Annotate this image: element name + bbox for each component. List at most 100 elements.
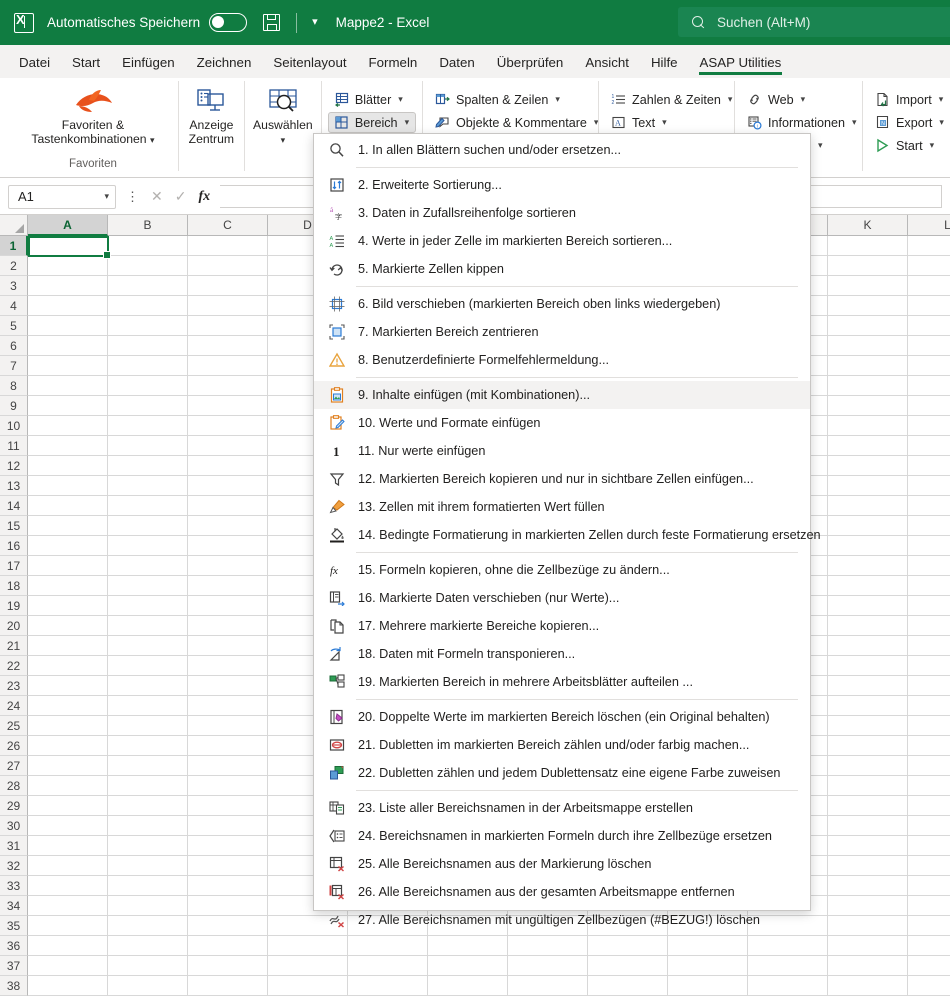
cell-B24[interactable] bbox=[108, 696, 188, 716]
cell-A6[interactable] bbox=[28, 336, 108, 356]
cell-L27[interactable] bbox=[908, 756, 950, 776]
import-button[interactable]: Import ▾ bbox=[869, 89, 943, 110]
cell-D37[interactable] bbox=[268, 956, 348, 976]
cell-B32[interactable] bbox=[108, 856, 188, 876]
spalten-zeilen-button[interactable]: Spalten & Zeilen ▾ bbox=[429, 89, 592, 110]
cell-L6[interactable] bbox=[908, 336, 950, 356]
cell-C3[interactable] bbox=[188, 276, 268, 296]
cell-C25[interactable] bbox=[188, 716, 268, 736]
cell-B14[interactable] bbox=[108, 496, 188, 516]
chevron-down-icon[interactable]: ▾ bbox=[939, 117, 944, 128]
cell-I37[interactable] bbox=[668, 956, 748, 976]
row-header-28[interactable]: 28 bbox=[0, 776, 28, 796]
cell-L36[interactable] bbox=[908, 936, 950, 956]
menu-item-7[interactable]: 7. Markierten Bereich zentrieren bbox=[314, 318, 810, 346]
menu-item-11[interactable]: 1 11. Nur werte einfügen bbox=[314, 437, 810, 465]
chevron-down-icon[interactable]: ▾ bbox=[818, 140, 823, 151]
row-header-36[interactable]: 36 bbox=[0, 936, 28, 956]
cell-K6[interactable] bbox=[828, 336, 908, 356]
cell-L10[interactable] bbox=[908, 416, 950, 436]
cell-C11[interactable] bbox=[188, 436, 268, 456]
cell-K16[interactable] bbox=[828, 536, 908, 556]
cell-A11[interactable] bbox=[28, 436, 108, 456]
cell-L32[interactable] bbox=[908, 856, 950, 876]
menu-item-9[interactable]: 9. Inhalte einfügen (mit Kombinationen).… bbox=[314, 381, 810, 409]
cell-B22[interactable] bbox=[108, 656, 188, 676]
cell-B17[interactable] bbox=[108, 556, 188, 576]
active-cell-A1[interactable] bbox=[28, 236, 111, 259]
cell-K17[interactable] bbox=[828, 556, 908, 576]
cell-L29[interactable] bbox=[908, 796, 950, 816]
cell-B25[interactable] bbox=[108, 716, 188, 736]
cell-H38[interactable] bbox=[588, 976, 668, 996]
row-header-9[interactable]: 9 bbox=[0, 396, 28, 416]
cell-K20[interactable] bbox=[828, 616, 908, 636]
cell-A16[interactable] bbox=[28, 536, 108, 556]
menu-item-18[interactable]: 18. Daten mit Formeln transponieren... bbox=[314, 640, 810, 668]
formula-bar-overflow-icon[interactable]: ⋮ bbox=[126, 189, 139, 205]
tab-hilfe[interactable]: Hilfe bbox=[640, 49, 689, 75]
cell-A17[interactable] bbox=[28, 556, 108, 576]
chevron-down-icon[interactable]: ▾ bbox=[801, 94, 806, 105]
row-header-5[interactable]: 5 bbox=[0, 316, 28, 336]
chevron-down-icon[interactable]: ▾ bbox=[312, 17, 318, 28]
cell-D36[interactable] bbox=[268, 936, 348, 956]
cell-C1[interactable] bbox=[188, 236, 268, 256]
menu-item-17[interactable]: 17. Mehrere markierte Bereiche kopieren.… bbox=[314, 612, 810, 640]
cell-A7[interactable] bbox=[28, 356, 108, 376]
cell-K38[interactable] bbox=[828, 976, 908, 996]
web-button[interactable]: Web ▾ bbox=[741, 89, 856, 110]
cell-L2[interactable] bbox=[908, 256, 950, 276]
cell-B26[interactable] bbox=[108, 736, 188, 756]
cell-C26[interactable] bbox=[188, 736, 268, 756]
cell-B36[interactable] bbox=[108, 936, 188, 956]
row-header-15[interactable]: 15 bbox=[0, 516, 28, 536]
cell-A13[interactable] bbox=[28, 476, 108, 496]
menu-item-27[interactable]: 27. Alle Bereichsnamen mit ungültigen Ze… bbox=[314, 906, 810, 934]
cell-A10[interactable] bbox=[28, 416, 108, 436]
cell-A24[interactable] bbox=[28, 696, 108, 716]
cell-A35[interactable] bbox=[28, 916, 108, 936]
cell-L26[interactable] bbox=[908, 736, 950, 756]
cell-B20[interactable] bbox=[108, 616, 188, 636]
cell-K3[interactable] bbox=[828, 276, 908, 296]
cell-I36[interactable] bbox=[668, 936, 748, 956]
cell-B2[interactable] bbox=[108, 256, 188, 276]
zahlen-zeiten-button[interactable]: 1 2 Zahlen & Zeiten ▾ bbox=[605, 89, 733, 110]
menu-item-24[interactable]: 24. Bereichsnamen in markierten Formeln … bbox=[314, 822, 810, 850]
chevron-down-icon[interactable]: ▾ bbox=[939, 94, 944, 105]
cell-K12[interactable] bbox=[828, 456, 908, 476]
cell-K18[interactable] bbox=[828, 576, 908, 596]
row-header-6[interactable]: 6 bbox=[0, 336, 28, 356]
cell-B35[interactable] bbox=[108, 916, 188, 936]
cell-A2[interactable] bbox=[28, 256, 108, 276]
cell-C17[interactable] bbox=[188, 556, 268, 576]
cell-A33[interactable] bbox=[28, 876, 108, 896]
cell-K27[interactable] bbox=[828, 756, 908, 776]
tab-datei[interactable]: Datei bbox=[8, 49, 61, 75]
row-header-19[interactable]: 19 bbox=[0, 596, 28, 616]
row-header-17[interactable]: 17 bbox=[0, 556, 28, 576]
chevron-down-icon[interactable]: ▾ bbox=[930, 140, 935, 151]
row-header-4[interactable]: 4 bbox=[0, 296, 28, 316]
cell-A8[interactable] bbox=[28, 376, 108, 396]
cell-K7[interactable] bbox=[828, 356, 908, 376]
cell-A4[interactable] bbox=[28, 296, 108, 316]
cell-L37[interactable] bbox=[908, 956, 950, 976]
row-header-31[interactable]: 31 bbox=[0, 836, 28, 856]
cell-C30[interactable] bbox=[188, 816, 268, 836]
cell-L30[interactable] bbox=[908, 816, 950, 836]
menu-item-14[interactable]: 14. Bedingte Formatierung in markierten … bbox=[314, 521, 821, 549]
tab-asap-utilities[interactable]: ASAP Utilities bbox=[689, 49, 793, 75]
cell-C32[interactable] bbox=[188, 856, 268, 876]
cell-B10[interactable] bbox=[108, 416, 188, 436]
menu-item-21[interactable]: 21. Dubletten im markierten Bereich zähl… bbox=[314, 731, 810, 759]
cell-C8[interactable] bbox=[188, 376, 268, 396]
row-header-18[interactable]: 18 bbox=[0, 576, 28, 596]
cell-G36[interactable] bbox=[508, 936, 588, 956]
cell-B13[interactable] bbox=[108, 476, 188, 496]
cell-L12[interactable] bbox=[908, 456, 950, 476]
cell-A5[interactable] bbox=[28, 316, 108, 336]
tab-ansicht[interactable]: Ansicht bbox=[574, 49, 640, 75]
auswaehlen-button[interactable]: Auswählen ▾ bbox=[251, 81, 315, 147]
